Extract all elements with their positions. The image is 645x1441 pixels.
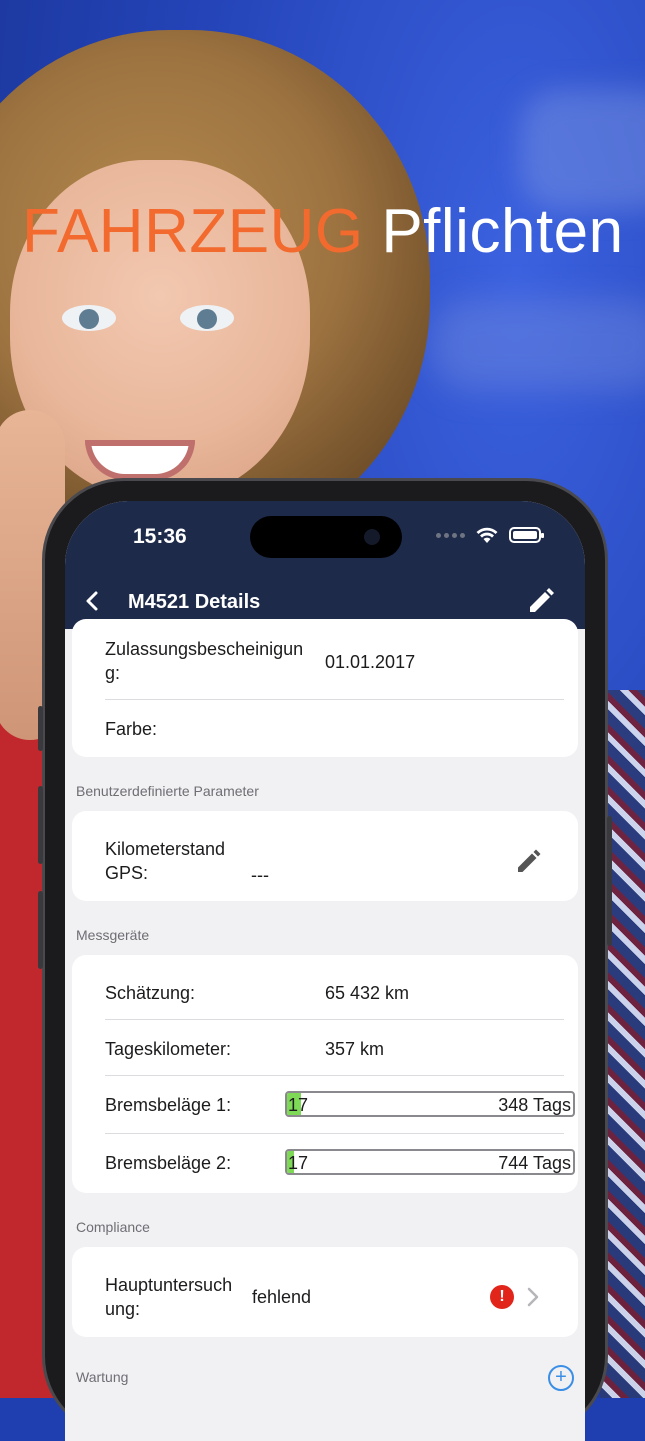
brake-pads-2-remaining: 744 Tags xyxy=(498,1153,571,1173)
daily-km-row: Tageskilometer: 357 km xyxy=(105,1037,564,1061)
brake-pads-1-progress: 17 348 Tags xyxy=(285,1091,575,1117)
main-inspection-label: Hauptuntersuch ung: xyxy=(105,1275,233,1319)
gps-odometer-value: --- xyxy=(251,865,269,885)
brake-pads-1-start: 17 xyxy=(288,1095,309,1115)
status-time: 15:36 xyxy=(133,525,187,548)
brake-pads-1-label: Bremsbeläge 1: xyxy=(105,1095,232,1115)
back-button[interactable] xyxy=(79,585,107,617)
chevron-left-icon xyxy=(86,591,98,611)
brake-pads-2-label: Bremsbeläge 2: xyxy=(105,1153,232,1173)
brake-pads-2-start: 17 xyxy=(288,1153,309,1173)
status-icons xyxy=(436,526,544,544)
brake-pads-1-row: Bremsbeläge 1: 17 348 Tags xyxy=(105,1091,575,1119)
details-list: Zulassungsbescheinigun g: 01.01.2017 Far… xyxy=(65,619,585,1441)
daily-km-value: 357 km xyxy=(325,1039,385,1059)
registration-value: 01.01.2017 xyxy=(325,652,416,672)
meters-header: Messgeräte xyxy=(76,927,150,943)
battery-icon xyxy=(509,527,544,543)
estimate-label: Schätzung: xyxy=(105,983,196,1003)
custom-params-header: Benutzerdefinierte Parameter xyxy=(76,783,259,799)
headline-accent-word: FAHRZEUG xyxy=(22,197,364,266)
gps-odometer-edit-button[interactable] xyxy=(514,846,544,876)
headline: FAHRZEUG Pflichten xyxy=(22,196,632,267)
daily-km-label: Tageskilometer: xyxy=(105,1039,232,1059)
headline-word: Pflichten xyxy=(381,197,624,266)
edit-button[interactable] xyxy=(523,585,557,619)
dynamic-island xyxy=(250,516,402,558)
app-screen: 15:36 M4521 Details Zulassungsbescheinig… xyxy=(65,501,585,1441)
vehicle-info-card: Zulassungsbescheinigun g: 01.01.2017 Far… xyxy=(72,619,578,757)
main-inspection-value: fehlend xyxy=(252,1287,312,1307)
estimate-row: Schätzung: 65 432 km xyxy=(105,981,564,1005)
meters-card: Schätzung: 65 432 km Tageskilometer: 357… xyxy=(72,955,578,1193)
chevron-right-icon xyxy=(527,1287,539,1307)
registration-row: Zulassungsbescheinigun g: 01.01.2017 xyxy=(105,637,564,687)
compliance-header: Compliance xyxy=(76,1219,150,1235)
signal-icon xyxy=(436,532,465,538)
maintenance-header: Wartung xyxy=(76,1369,129,1385)
brake-pads-2-row: Bremsbeläge 2: 17 744 Tags xyxy=(105,1149,575,1177)
navigation-bar: 15:36 M4521 Details xyxy=(65,501,585,629)
registration-label: Zulassungsbescheinigun g: xyxy=(105,639,304,683)
exclamation-icon: ! xyxy=(490,1285,514,1309)
color-row: Farbe: xyxy=(105,717,564,741)
estimate-value: 65 432 km xyxy=(325,983,410,1003)
wifi-icon xyxy=(476,527,498,543)
gps-odometer-label: Kilometerstand GPS: xyxy=(105,839,226,883)
brake-pads-1-remaining: 348 Tags xyxy=(498,1095,571,1115)
custom-params-card: Kilometerstand GPS: --- xyxy=(72,811,578,901)
brake-pads-2-progress: 17 744 Tags xyxy=(285,1149,575,1175)
add-maintenance-button[interactable]: + xyxy=(548,1365,574,1391)
main-inspection-row[interactable]: Hauptuntersuch ung: fehlend ! xyxy=(72,1247,578,1337)
page-title: M4521 Details xyxy=(128,591,261,613)
color-label: Farbe: xyxy=(105,719,158,739)
phone-frame: 15:36 M4521 Details Zulassungsbescheinig… xyxy=(38,478,612,1441)
compliance-card: Hauptuntersuch ung: fehlend ! xyxy=(72,1247,578,1337)
gps-odometer-row: Kilometerstand GPS: --- xyxy=(105,837,564,887)
pencil-icon xyxy=(530,588,554,612)
pencil-icon xyxy=(518,849,541,872)
